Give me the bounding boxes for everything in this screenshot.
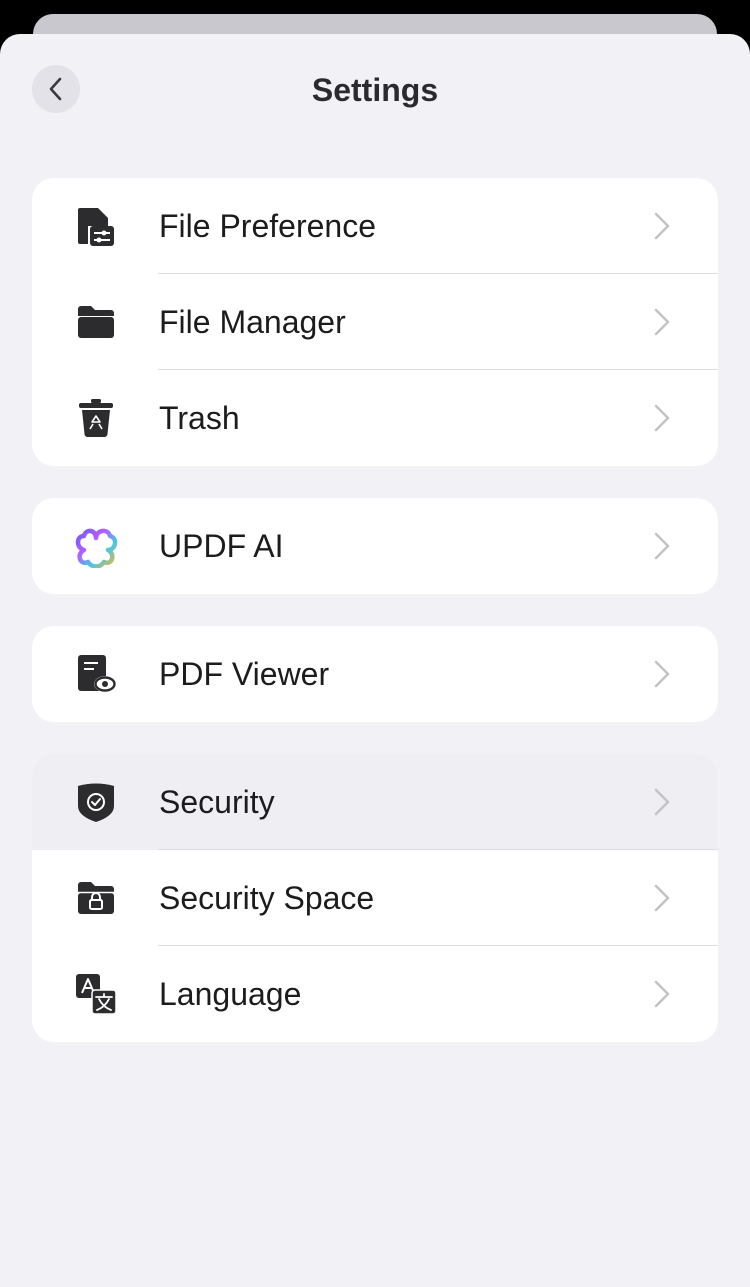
settings-item-label: File Preference — [159, 208, 376, 244]
settings-group-viewer: PDF Viewer — [32, 626, 718, 722]
file-preference-icon — [74, 204, 118, 248]
settings-group-ai: UPDF AI — [32, 498, 718, 594]
settings-item-label: Trash — [159, 400, 240, 436]
settings-item-label: UPDF AI — [159, 528, 284, 564]
lock-folder-icon — [74, 876, 118, 920]
translate-icon — [74, 972, 118, 1016]
chevron-right-icon — [654, 532, 670, 560]
settings-item-trash[interactable]: Trash — [32, 370, 718, 466]
settings-item-file-preference[interactable]: File Preference — [32, 178, 718, 274]
settings-group-files: File Preference File Manager Trash — [32, 178, 718, 466]
settings-item-label: Language — [159, 976, 302, 1012]
settings-sheet: Settings File Preference File Manager Tr… — [0, 34, 750, 1287]
pdf-viewer-icon — [74, 652, 118, 696]
folder-icon — [74, 300, 118, 344]
settings-item-pdf-viewer[interactable]: PDF Viewer — [32, 626, 718, 722]
updf-ai-icon — [74, 524, 118, 568]
chevron-right-icon — [654, 212, 670, 240]
settings-item-updf-ai[interactable]: UPDF AI — [32, 498, 718, 594]
settings-item-security-space[interactable]: Security Space — [32, 850, 718, 946]
chevron-right-icon — [654, 404, 670, 432]
settings-item-file-manager[interactable]: File Manager — [32, 274, 718, 370]
settings-item-label: Security — [159, 784, 275, 820]
settings-item-label: PDF Viewer — [159, 656, 330, 692]
settings-group-security: Security Security Space Language — [32, 754, 718, 1042]
settings-item-security[interactable]: Security — [32, 754, 718, 850]
trash-icon — [74, 396, 118, 440]
chevron-right-icon — [654, 308, 670, 336]
settings-item-label: Security Space — [159, 880, 375, 916]
chevron-right-icon — [654, 660, 670, 688]
chevron-right-icon — [654, 884, 670, 912]
chevron-right-icon — [654, 980, 670, 1008]
shield-check-icon — [74, 780, 118, 824]
settings-item-language[interactable]: Language — [32, 946, 718, 1042]
chevron-right-icon — [654, 788, 670, 816]
page-title: Settings — [311, 72, 439, 108]
settings-item-label: File Manager — [159, 304, 346, 340]
